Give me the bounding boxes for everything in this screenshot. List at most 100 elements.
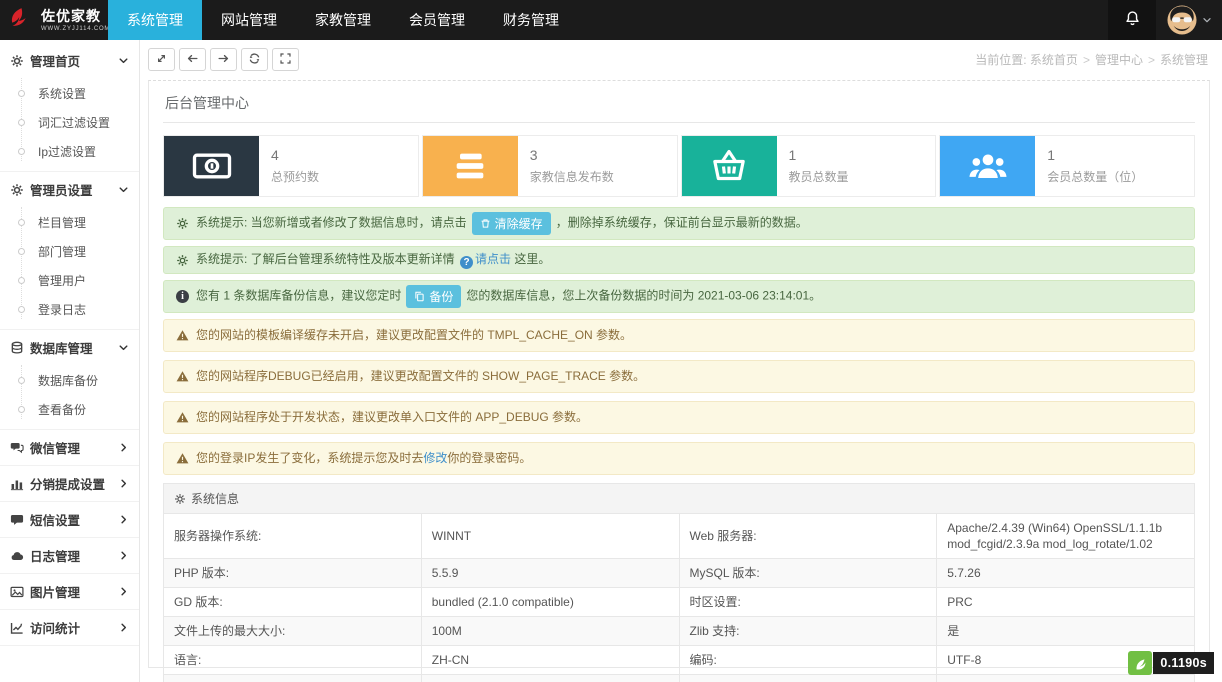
- alert-link[interactable]: 请点击: [475, 252, 511, 266]
- sidebar-item[interactable]: 系统设置: [0, 79, 139, 108]
- info-value: 是: [937, 617, 1195, 646]
- sidebar-group: 短信设置: [0, 502, 139, 538]
- sidebar-group-label: 微信管理: [30, 438, 80, 457]
- alert-text: 您的网站程序处于开发状态，建议更改单入口文件的 APP_DEBUG 参数。: [196, 409, 1182, 426]
- stat-value: 1: [789, 147, 849, 163]
- sidebar-group-toggle[interactable]: 管理首页: [0, 43, 139, 78]
- refresh-button[interactable]: [241, 48, 268, 71]
- alert-success: i您有 1 条数据库备份信息，建议您定时备份您的数据库信息，您上次备份数据的时间…: [163, 280, 1195, 313]
- sidebar-group-label: 日志管理: [30, 546, 80, 565]
- breadcrumb-prefix: 当前位置:: [975, 53, 1030, 67]
- table-row: 后台版本:V2.0.2联系邮箱:bh#jxbht.com ?: [164, 675, 1195, 682]
- navbar-right: [1108, 0, 1222, 40]
- alert-success: 系统提示: 了解后台管理系统特性及版本更新详情 ?请点击 这里。: [163, 246, 1195, 274]
- money-bill-icon: [164, 136, 259, 196]
- sidebar-group: 微信管理: [0, 430, 139, 466]
- breadcrumb-separator: >: [1148, 53, 1155, 67]
- expand-diagonal-button[interactable]: [148, 48, 175, 71]
- sidebar-submenu: 数据库备份查看备份: [0, 365, 139, 429]
- user-menu[interactable]: [1156, 0, 1222, 40]
- warning-icon: [176, 452, 189, 465]
- alert-text: 您有 1 条数据库备份信息，建议您定时备份您的数据库信息，您上次备份数据的时间为…: [196, 285, 1182, 308]
- button-label: 清除缓存: [495, 215, 543, 232]
- table-row: PHP 版本:5.5.9MySQL 版本:5.7.26: [164, 559, 1195, 588]
- sidebar-group: 访问统计: [0, 610, 139, 646]
- nav-tab-5[interactable]: 财务管理: [484, 0, 578, 40]
- app-logo[interactable]: 佐优家教 WWW.ZYJJ114.COM: [0, 0, 108, 40]
- question-circle-icon: ?: [460, 256, 473, 269]
- stat-card: 4总预约数: [163, 135, 419, 197]
- sidebar-item[interactable]: 词汇过滤设置: [0, 108, 139, 137]
- logo-title: 佐优家教: [41, 9, 110, 23]
- sidebar-item[interactable]: 管理用户: [0, 266, 139, 295]
- arrow-left-icon: [186, 52, 199, 68]
- sidebar-item[interactable]: 数据库备份: [0, 366, 139, 395]
- sidebar: 管理首页系统设置词汇过滤设置Ip过滤设置管理员设置栏目管理部门管理管理用户登录日…: [0, 40, 140, 682]
- database-icon: [10, 341, 24, 355]
- sidebar-group-toggle[interactable]: 日志管理: [0, 538, 139, 573]
- clear-cache-button[interactable]: 清除缓存: [472, 212, 551, 235]
- chevron-down-icon: [118, 55, 129, 66]
- breadcrumb-item[interactable]: 系统管理: [1160, 53, 1208, 67]
- sidebar-item[interactable]: 登录日志: [0, 295, 139, 324]
- notifications-button[interactable]: [1108, 0, 1156, 40]
- stat-cards: 4总预约数3家教信息发布数1教员总数量1会员总数量（位）: [163, 135, 1195, 197]
- sidebar-item[interactable]: Ip过滤设置: [0, 137, 139, 166]
- table-row: 文件上传的最大大小:100MZlib 支持:是: [164, 617, 1195, 646]
- info-value: bundled (2.1.0 compatible): [421, 588, 679, 617]
- fullscreen-button[interactable]: [272, 48, 299, 71]
- table-row: 语言:ZH-CN编码:UTF-8: [164, 646, 1195, 675]
- info-label: 服务器操作系统:: [164, 514, 422, 559]
- logo-text: 佐优家教 WWW.ZYJJ114.COM: [41, 9, 110, 32]
- trash-icon: [480, 218, 491, 229]
- comments-icon: [10, 441, 24, 455]
- breadcrumb-item[interactable]: 管理中心: [1095, 53, 1143, 67]
- gear-icon: [176, 217, 189, 230]
- alert-text: 您的登录IP发生了变化，系统提示您及时去修改你的登录密码。: [196, 450, 1182, 467]
- sidebar-group: 日志管理: [0, 538, 139, 574]
- sidebar-group: 数据库管理数据库备份查看备份: [0, 330, 139, 430]
- info-value: ZH-CN: [421, 646, 679, 675]
- nav-tab-1[interactable]: 系统管理: [108, 0, 202, 40]
- stat-card-body: 1教员总数量: [777, 136, 861, 196]
- sidebar-group-toggle[interactable]: 短信设置: [0, 502, 139, 537]
- alert-success: 系统提示: 当您新增或者修改了数据信息时，请点击清除缓存，删除掉系统缓存，保证前…: [163, 207, 1195, 240]
- comment-icon: [10, 513, 24, 527]
- nav-tab-2[interactable]: 网站管理: [202, 0, 296, 40]
- sidebar-group-toggle[interactable]: 分销提成设置: [0, 466, 139, 501]
- sidebar-item[interactable]: 栏目管理: [0, 208, 139, 237]
- info-label: 时区设置:: [679, 588, 937, 617]
- nav-tab-4[interactable]: 会员管理: [390, 0, 484, 40]
- arrow-right-button[interactable]: [210, 48, 237, 71]
- sidebar-group-label: 数据库管理: [30, 338, 93, 357]
- chevron-right-icon: [118, 622, 129, 633]
- thinkphp-trace-icon[interactable]: [1128, 651, 1152, 675]
- sidebar-group-toggle[interactable]: 数据库管理: [0, 330, 139, 365]
- system-info-header: 系统信息: [164, 484, 1195, 514]
- alert-link[interactable]: 修改: [423, 451, 447, 465]
- backup-button[interactable]: 备份: [406, 285, 461, 308]
- nav-tab-3[interactable]: 家教管理: [296, 0, 390, 40]
- sidebar-group-toggle[interactable]: 微信管理: [0, 430, 139, 465]
- info-value: bh#jxbht.com ?: [937, 675, 1195, 682]
- info-label: PHP 版本:: [164, 559, 422, 588]
- content-panel: 后台管理中心 4总预约数3家教信息发布数1教员总数量1会员总数量（位） 系统提示…: [148, 80, 1210, 668]
- chevron-down-icon: [1202, 15, 1212, 25]
- info-value: PRC: [937, 588, 1195, 617]
- sidebar-item[interactable]: 部门管理: [0, 237, 139, 266]
- info-value: 100M: [421, 617, 679, 646]
- chevron-down-icon: [118, 342, 129, 353]
- gear-icon: [176, 254, 189, 267]
- sidebar-group-toggle[interactable]: 图片管理: [0, 574, 139, 609]
- sidebar-item[interactable]: 查看备份: [0, 395, 139, 424]
- system-info-table: 系统信息 服务器操作系统:WINNTWeb 服务器:Apache/2.4.39 …: [163, 483, 1195, 682]
- alert-warning: 您的网站程序处于开发状态，建议更改单入口文件的 APP_DEBUG 参数。: [163, 401, 1195, 434]
- arrow-left-button[interactable]: [179, 48, 206, 71]
- cog-icon: [10, 183, 24, 197]
- alert-text: 您的网站的模板编译缓存未开启，建议更改配置文件的 TMPL_CACHE_ON 参…: [196, 327, 1182, 344]
- info-label: 后台版本:: [164, 675, 422, 682]
- breadcrumb-item[interactable]: 系统首页: [1030, 53, 1078, 67]
- info-value: 5.7.26: [937, 559, 1195, 588]
- sidebar-group-toggle[interactable]: 管理员设置: [0, 172, 139, 207]
- sidebar-group-toggle[interactable]: 访问统计: [0, 610, 139, 645]
